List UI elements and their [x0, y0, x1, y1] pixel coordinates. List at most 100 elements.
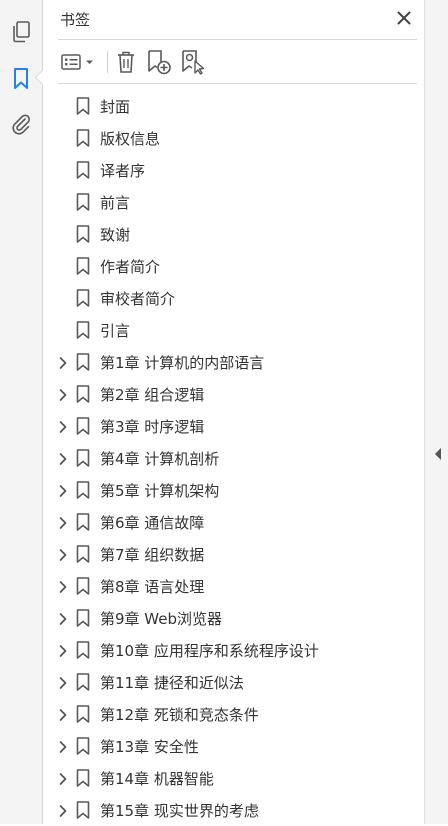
bookmark-icon [76, 385, 90, 403]
bookmark-icon [76, 737, 90, 755]
bookmark-icon [76, 193, 90, 211]
divider [58, 83, 417, 84]
bookmark-label: 第6章 通信故障 [100, 514, 205, 532]
bookmark-label: 第4章 计算机剖析 [100, 450, 220, 468]
bookmark-label: 第11章 捷径和近似法 [100, 674, 244, 692]
bookmark-icon [76, 577, 90, 595]
bookmark-icon [76, 97, 90, 115]
bookmark-label: 第7章 组织数据 [100, 546, 205, 564]
chevron-right-icon[interactable] [56, 355, 70, 369]
bookmark-item[interactable]: 第6章 通信故障 [44, 506, 424, 538]
bookmark-item[interactable]: 致谢 [44, 218, 424, 250]
bookmark-item[interactable]: 第1章 计算机的内部语言 [44, 346, 424, 378]
bookmark-icon [76, 769, 90, 787]
bookmark-item[interactable]: 第8章 语言处理 [44, 570, 424, 602]
bookmark-item[interactable]: 引言 [44, 314, 424, 346]
bookmark-add-icon[interactable] [144, 48, 174, 76]
bookmark-icon [76, 609, 90, 627]
chevron-right-icon[interactable] [56, 483, 70, 497]
bookmark-icon[interactable] [8, 66, 34, 92]
bookmark-item[interactable]: 第14章 机器智能 [44, 762, 424, 794]
bookmark-item[interactable]: 第9章 Web浏览器 [44, 602, 424, 634]
bookmark-icon [76, 417, 90, 435]
close-icon[interactable] [392, 6, 416, 30]
chevron-right-icon[interactable] [56, 419, 70, 433]
bookmark-icon [76, 545, 90, 563]
chevron-right-icon[interactable] [56, 611, 70, 625]
left-rail [0, 0, 43, 824]
bookmark-icon [76, 449, 90, 467]
bookmark-icon [76, 513, 90, 531]
bookmark-label: 前言 [100, 194, 131, 212]
bookmark-label: 作者简介 [100, 258, 161, 276]
bookmark-icon [76, 225, 90, 243]
bookmark-item[interactable]: 封面 [44, 90, 424, 122]
trash-icon[interactable] [112, 48, 140, 76]
bookmark-icon [76, 481, 90, 499]
bookmark-label: 第1章 计算机的内部语言 [100, 354, 265, 372]
chevron-right-icon[interactable] [56, 739, 70, 753]
bookmark-label: 第13章 安全性 [100, 738, 199, 756]
divider [58, 39, 417, 40]
bookmark-item[interactable]: 第4章 计算机剖析 [44, 442, 424, 474]
bookmark-label: 译者序 [100, 162, 146, 180]
bookmark-icon [76, 129, 90, 147]
chevron-right-icon[interactable] [56, 387, 70, 401]
panel-title: 书签 [60, 11, 91, 29]
bookmark-search-icon[interactable] [178, 48, 208, 76]
bookmark-label: 第12章 死锁和竞态条件 [100, 706, 259, 724]
chevron-right-icon[interactable] [56, 643, 70, 657]
bookmark-icon [76, 289, 90, 307]
chevron-right-icon[interactable] [56, 675, 70, 689]
bookmark-label: 审校者简介 [100, 290, 176, 308]
bookmark-label: 第14章 机器智能 [100, 770, 214, 788]
bookmark-icon [76, 705, 90, 723]
bookmark-icon [76, 321, 90, 339]
chevron-right-icon[interactable] [56, 579, 70, 593]
chevron-right-icon[interactable] [56, 771, 70, 785]
bookmark-item[interactable]: 第2章 组合逻辑 [44, 378, 424, 410]
bookmark-item[interactable]: 前言 [44, 186, 424, 218]
bookmark-label: 致谢 [100, 226, 131, 244]
attachment-icon[interactable] [8, 111, 34, 137]
bookmark-label: 引言 [100, 322, 131, 340]
bookmark-label: 第10章 应用程序和系统程序设计 [100, 642, 319, 660]
chevron-right-icon[interactable] [56, 707, 70, 721]
bookmark-item[interactable]: 审校者简介 [44, 282, 424, 314]
bookmark-item[interactable]: 版权信息 [44, 122, 424, 154]
bookmark-item[interactable]: 第10章 应用程序和系统程序设计 [44, 634, 424, 666]
bookmark-item[interactable]: 第15章 现实世界的考虑 [44, 794, 424, 826]
bookmark-icon [76, 641, 90, 659]
bookmarks-panel: 书签 封面 版权信息 译者序 前言 致谢 作者简介 审校者简介 引言 第1章 计… [44, 0, 424, 824]
bookmark-item[interactable]: 第11章 捷径和近似法 [44, 666, 424, 698]
toolbar-separator [107, 51, 108, 73]
collapse-panel-icon[interactable] [433, 446, 443, 462]
chevron-right-icon[interactable] [56, 547, 70, 561]
bookmarks-toolbar [58, 44, 417, 80]
bookmark-list: 封面版权信息译者序前言致谢作者简介审校者简介引言第1章 计算机的内部语言 第2章 … [44, 90, 424, 826]
bookmark-label: 第3章 时序逻辑 [100, 418, 205, 436]
bookmark-item[interactable]: 作者简介 [44, 250, 424, 282]
bookmark-icon [76, 353, 90, 371]
chevron-right-icon[interactable] [56, 451, 70, 465]
options-menu-button[interactable] [60, 48, 98, 76]
bookmark-item[interactable]: 第12章 死锁和竞态条件 [44, 698, 424, 730]
bookmark-label: 版权信息 [100, 130, 161, 148]
bookmark-label: 第2章 组合逻辑 [100, 386, 205, 404]
bookmark-icon [76, 801, 90, 819]
pages-icon[interactable] [8, 19, 34, 45]
bookmark-item[interactable]: 译者序 [44, 154, 424, 186]
right-collapse-strip [424, 0, 448, 824]
bookmark-label: 第8章 语言处理 [100, 578, 205, 596]
bookmark-item[interactable]: 第13章 安全性 [44, 730, 424, 762]
bookmark-icon [76, 161, 90, 179]
bookmark-item[interactable]: 第3章 时序逻辑 [44, 410, 424, 442]
bookmark-label: 第9章 Web浏览器 [100, 610, 223, 628]
bookmark-icon [76, 673, 90, 691]
chevron-right-icon[interactable] [56, 515, 70, 529]
bookmark-item[interactable]: 第5章 计算机架构 [44, 474, 424, 506]
bookmark-label: 第15章 现实世界的考虑 [100, 802, 259, 820]
bookmark-label: 封面 [100, 98, 131, 116]
bookmark-item[interactable]: 第7章 组织数据 [44, 538, 424, 570]
chevron-right-icon[interactable] [56, 803, 70, 817]
